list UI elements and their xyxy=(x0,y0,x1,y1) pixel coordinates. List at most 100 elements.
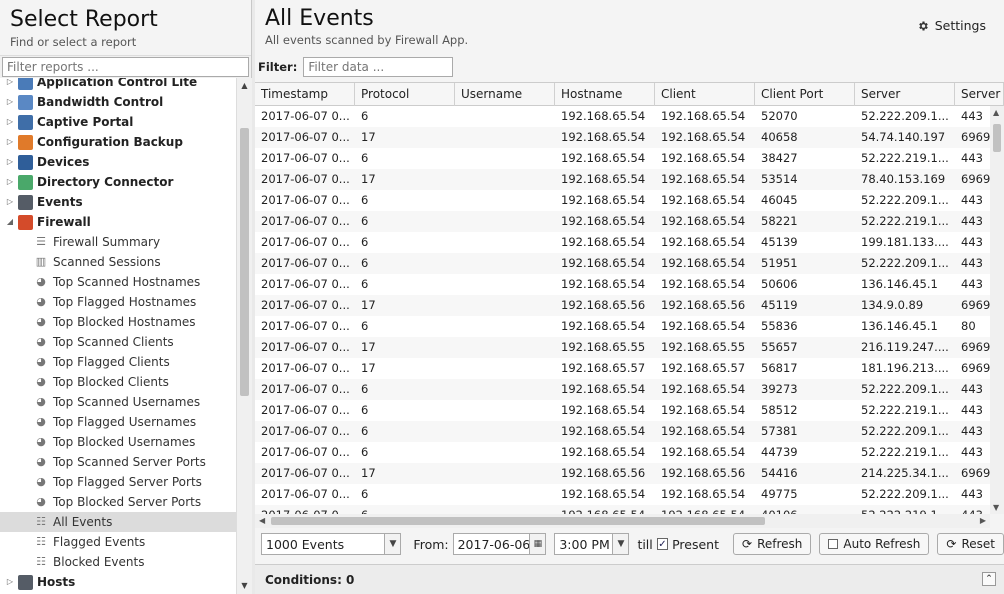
tree-report-item[interactable]: ◕ Top Scanned Hostnames xyxy=(0,272,236,292)
tree-report-item[interactable]: ☷ Blocked Events xyxy=(0,552,236,572)
scroll-down-icon[interactable]: ▼ xyxy=(237,578,252,594)
table-row[interactable]: 2017-06-07 0...6192.168.65.54192.168.65.… xyxy=(255,484,1004,505)
scroll-thumb[interactable] xyxy=(271,517,765,525)
table-row[interactable]: 2017-06-07 0...6192.168.65.54192.168.65.… xyxy=(255,442,1004,463)
column-header[interactable]: Server xyxy=(855,83,955,106)
collapsed-triangle-icon[interactable]: ▷ xyxy=(5,78,15,92)
table-row[interactable]: 2017-06-07 0...6192.168.65.54192.168.65.… xyxy=(255,148,1004,169)
collapsed-triangle-icon[interactable]: ▷ xyxy=(5,192,15,212)
from-date-field[interactable]: 2017-06-06 ▦ xyxy=(452,533,547,555)
scroll-up-icon[interactable]: ▲ xyxy=(237,78,252,94)
column-header[interactable]: Hostname xyxy=(555,83,655,106)
tree-report-item[interactable]: ◕ Top Flagged Usernames xyxy=(0,412,236,432)
event-list-icon: ☷ xyxy=(36,555,46,568)
grid-horizontal-scrollbar[interactable]: ◀ ▶ xyxy=(255,514,990,528)
table-row[interactable]: 2017-06-07 0...6192.168.65.54192.168.65.… xyxy=(255,379,1004,400)
tree-report-label: Scanned Sessions xyxy=(53,255,161,269)
table-cell: 52.222.209.1... xyxy=(861,424,949,438)
table-cell: 192.168.65.54 xyxy=(561,319,646,333)
scroll-thumb[interactable] xyxy=(993,124,1001,152)
table-row[interactable]: 2017-06-07 0...6192.168.65.54192.168.65.… xyxy=(255,421,1004,442)
table-row[interactable]: 2017-06-07 0...6192.168.65.54192.168.65.… xyxy=(255,400,1004,421)
tree-report-item[interactable]: ◕ Top Flagged Clients xyxy=(0,352,236,372)
tree-category[interactable]: ▷ Events xyxy=(0,192,236,212)
tree-report-item[interactable]: ◕ Top Blocked Usernames xyxy=(0,432,236,452)
collapsed-triangle-icon[interactable]: ▷ xyxy=(5,152,15,172)
table-row[interactable]: 2017-06-07 0...6192.168.65.54192.168.65.… xyxy=(255,316,1004,337)
collapsed-triangle-icon[interactable]: ▷ xyxy=(5,172,15,192)
tree-report-label: Top Blocked Server Ports xyxy=(53,495,202,509)
scroll-down-icon[interactable]: ▼ xyxy=(993,503,999,512)
scroll-up-icon[interactable]: ▲ xyxy=(993,108,999,117)
table-row[interactable]: 2017-06-07 0... 17 192.168.65.56 192.168.65… xyxy=(255,295,1004,316)
auto-refresh-button[interactable]: Auto Refresh xyxy=(819,533,930,555)
tree-category[interactable]: ▷ Application Control Lite xyxy=(0,78,236,92)
table-cell xyxy=(455,400,555,421)
present-checkbox[interactable]: ✓ xyxy=(656,538,669,550)
table-cell: 2017-06-07 0... xyxy=(261,256,350,270)
table-row[interactable]: 2017-06-07 0... 17 192.168.65.54 192.168.65… xyxy=(255,127,1004,148)
table-row[interactable]: 2017-06-07 0... 17 192.168.65.56 192.168.65… xyxy=(255,463,1004,484)
tree-category[interactable]: ◢ Firewall xyxy=(0,212,236,232)
collapsed-triangle-icon[interactable]: ▷ xyxy=(5,92,15,112)
tree-report-item[interactable]: ◕ Top Scanned Usernames xyxy=(0,392,236,412)
event-limit-select[interactable]: 1000 Events ▼ xyxy=(261,533,402,555)
tree-category[interactable]: ▷ Captive Portal xyxy=(0,112,236,132)
table-row[interactable]: 2017-06-07 0...6192.168.65.54192.168.65.… xyxy=(255,274,1004,295)
collapsed-triangle-icon[interactable]: ▷ xyxy=(5,112,15,132)
tree-report-item[interactable]: ☰ Firewall Summary xyxy=(0,232,236,252)
tree-report-item[interactable]: ◕ Top Blocked Server Ports xyxy=(0,492,236,512)
scroll-thumb[interactable] xyxy=(240,128,249,396)
tree-report-item[interactable]: ◕ Top Flagged Hostnames xyxy=(0,292,236,312)
table-cell: 192.168.65.54 xyxy=(655,505,755,514)
table-row[interactable]: 2017-06-07 0...6192.168.65.54192.168.65.… xyxy=(255,190,1004,211)
expanded-triangle-icon[interactable]: ◢ xyxy=(5,212,15,232)
reset-button[interactable]: ⟳ Reset xyxy=(937,533,1004,555)
chevron-down-icon[interactable]: ▼ xyxy=(612,534,629,554)
data-filter-input[interactable] xyxy=(303,57,454,77)
tree-report-item[interactable]: ◕ Top Blocked Clients xyxy=(0,372,236,392)
table-row[interactable]: 2017-06-07 0...6192.168.65.54192.168.65.… xyxy=(255,232,1004,253)
tree-report-item[interactable]: ◕ Top Scanned Clients xyxy=(0,332,236,352)
tree-category[interactable]: ▷ Devices xyxy=(0,152,236,172)
tree-category[interactable]: ▷ Hosts xyxy=(0,572,236,592)
collapsed-triangle-icon[interactable]: ▷ xyxy=(5,572,15,592)
table-row[interactable]: 2017-06-07 0...6192.168.65.54192.168.65.… xyxy=(255,505,1004,514)
tree-report-item[interactable]: ☷ All Events xyxy=(0,512,236,532)
tree-report-item[interactable]: ◕ Top Flagged Server Ports xyxy=(0,472,236,492)
refresh-button[interactable]: ⟳ Refresh xyxy=(733,533,812,555)
report-filter-input[interactable] xyxy=(2,57,249,77)
column-header[interactable]: Username xyxy=(455,83,555,106)
tree-category[interactable]: ▷ Bandwidth Control xyxy=(0,92,236,112)
report-tree-scrollbar[interactable]: ▲ ▼ xyxy=(236,78,252,594)
tree-report-item[interactable]: ☷ Flagged Events xyxy=(0,532,236,552)
table-row[interactable]: 2017-06-07 0... 17 192.168.65.57 192.168.65… xyxy=(255,358,1004,379)
collapse-icon[interactable]: ⌃ xyxy=(982,572,996,586)
chevron-down-icon[interactable]: ▼ xyxy=(384,534,401,554)
column-header[interactable]: Client xyxy=(655,83,755,106)
settings-button[interactable]: Settings xyxy=(917,18,986,33)
calendar-icon[interactable]: ▦ xyxy=(529,534,546,554)
from-time-select[interactable]: 3:00 PM ▼ xyxy=(554,533,630,555)
tree-category[interactable]: ▷ Directory Connector xyxy=(0,172,236,192)
tree-report-item[interactable]: ◕ Top Blocked Hostnames xyxy=(0,312,236,332)
table-row[interactable]: 2017-06-07 0...6192.168.65.54192.168.65.… xyxy=(255,253,1004,274)
table-row[interactable]: 2017-06-07 0...6192.168.65.54192.168.65.… xyxy=(255,211,1004,232)
table-row[interactable]: 2017-06-07 0...6192.168.65.54192.168.65.… xyxy=(255,106,1004,127)
collapsed-triangle-icon[interactable]: ▷ xyxy=(5,132,15,152)
table-row[interactable]: 2017-06-07 0... 17 192.168.65.54 192.168.65… xyxy=(255,169,1004,190)
scroll-right-icon[interactable]: ▶ xyxy=(980,516,986,525)
tree-report-item[interactable]: ▥ Scanned Sessions xyxy=(0,252,236,272)
table-row[interactable]: 2017-06-07 0... 17 192.168.65.55 192.168.65… xyxy=(255,337,1004,358)
scroll-left-icon[interactable]: ◀ xyxy=(259,516,265,525)
column-header[interactable]: Protocol xyxy=(355,83,455,106)
table-cell: 192.168.65.54 xyxy=(661,214,746,228)
column-header[interactable]: Client Port xyxy=(755,83,855,106)
column-header[interactable]: Timestamp xyxy=(255,83,355,106)
conditions-bar[interactable]: Conditions: 0 ⌃ xyxy=(255,564,1004,594)
grid-vertical-scrollbar[interactable]: ▲ ▼ xyxy=(990,106,1004,514)
tree-report-item[interactable]: ◕ Top Scanned Server Ports xyxy=(0,452,236,472)
table-cell: 192.168.65.54 xyxy=(555,505,655,514)
tree-category[interactable]: ▷ Configuration Backup xyxy=(0,132,236,152)
column-header[interactable]: Server xyxy=(955,83,1004,106)
